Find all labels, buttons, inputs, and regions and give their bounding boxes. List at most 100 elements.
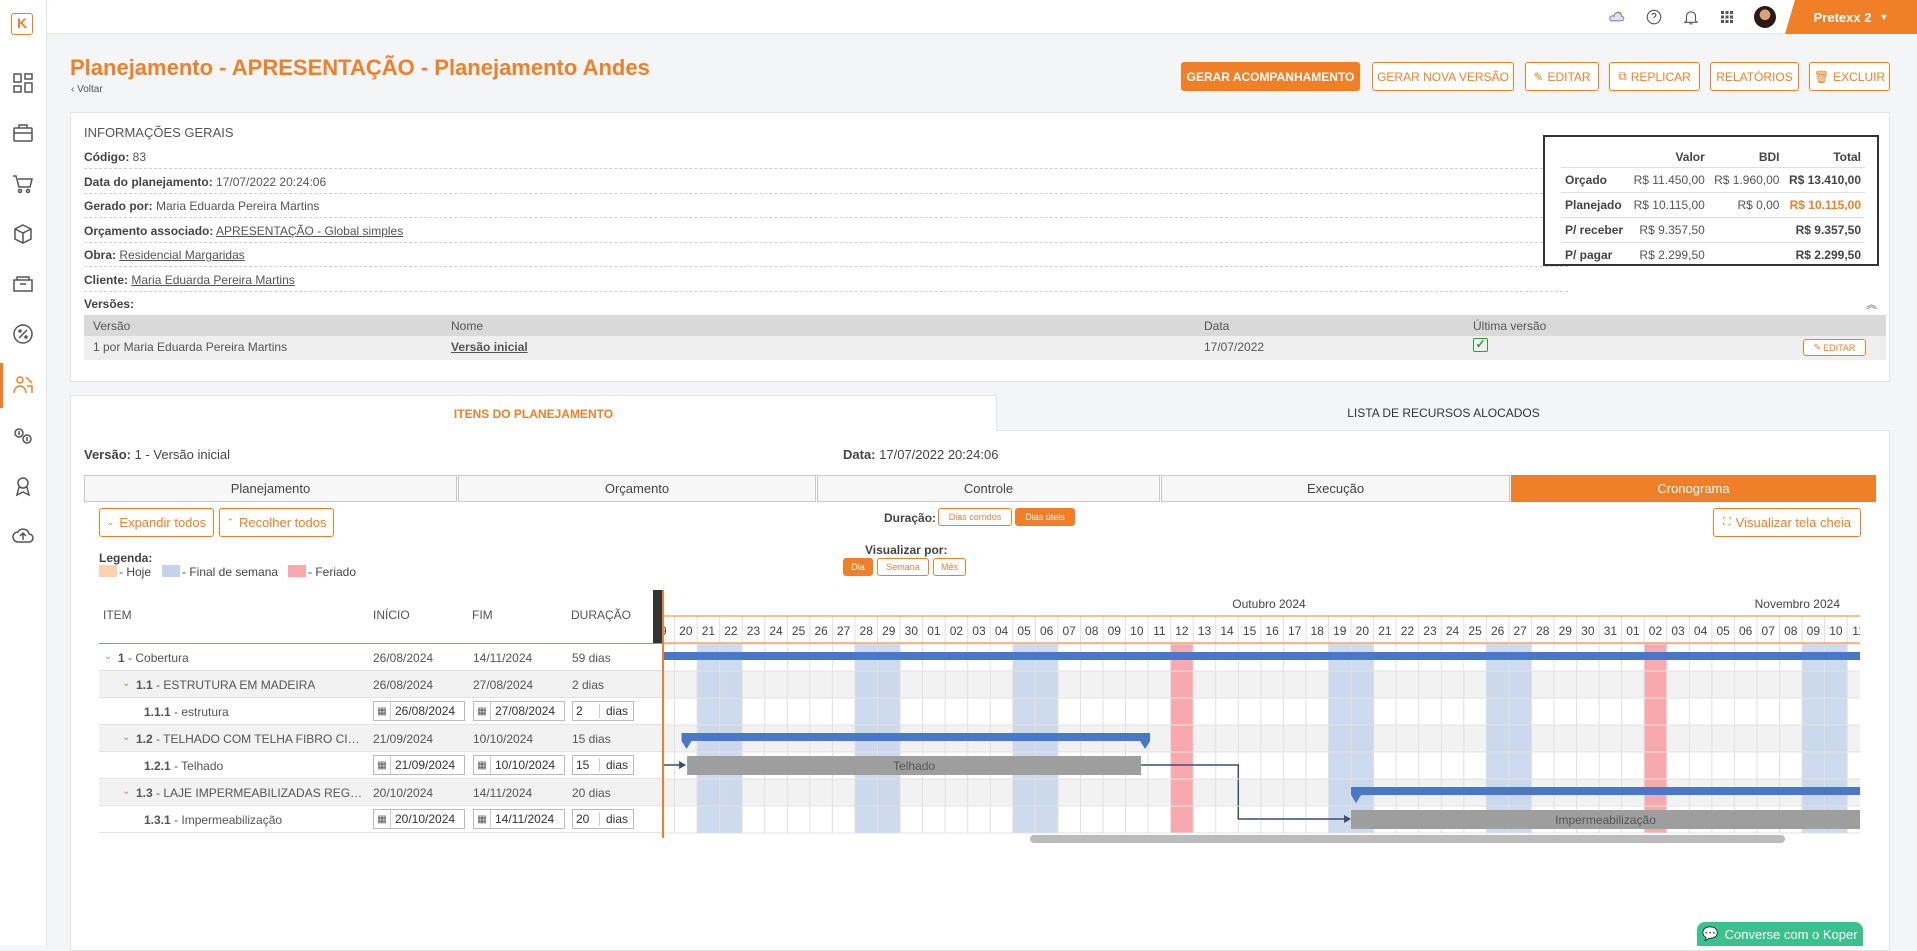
tela-cheia-label: Visualizar tela cheia xyxy=(1735,515,1852,530)
gantt-day-label: 22 xyxy=(1401,624,1415,638)
subtab-cronograma[interactable]: Cronograma xyxy=(1511,475,1876,502)
gantt-day-label: 30 xyxy=(1581,624,1595,638)
relatorios-button[interactable]: RELATÓRIOS xyxy=(1710,62,1799,91)
pencil-icon: ✎ xyxy=(1533,69,1544,84)
percent-icon[interactable] xyxy=(10,321,36,347)
editar-button[interactable]: ✎ EDITAR xyxy=(1525,62,1599,91)
gerar-nova-versao-button[interactable]: GERAR NOVA VERSÃO xyxy=(1372,62,1514,91)
box-icon[interactable] xyxy=(10,221,36,247)
help-icon[interactable] xyxy=(1644,7,1664,27)
fin-header-total: Total xyxy=(1833,150,1861,164)
duracao-label: Duração: xyxy=(884,511,937,525)
expand-chevron-icon[interactable]: ⌄ xyxy=(122,678,130,689)
apps-grid-icon[interactable] xyxy=(1717,7,1737,27)
weather-icon[interactable] xyxy=(1607,7,1627,27)
planning-icon[interactable] xyxy=(10,372,36,398)
gantt-day-label: 25 xyxy=(792,624,806,638)
gantt-today-line xyxy=(662,590,664,838)
gantt-day-label: 12 xyxy=(1175,624,1189,638)
inicio-date-input[interactable]: ▦ 26/08/2024 xyxy=(373,701,465,721)
inicio-value: 26/08/2024 xyxy=(373,678,434,692)
briefcase-icon[interactable] xyxy=(10,120,36,146)
cliente-link[interactable]: Maria Eduarda Pereira Martins xyxy=(131,273,294,287)
trash-icon: 🗑 xyxy=(1813,69,1830,84)
gantt-chart: Outubro 2024 Novembro 20249 20 21 22 23 24 25 26… xyxy=(662,597,1860,834)
chat-button[interactable]: 💬 Converse com o Koper xyxy=(1697,922,1863,946)
gantt-horizontal-scrollbar[interactable] xyxy=(1030,835,1785,843)
tab-lista-recursos[interactable]: LISTA DE RECURSOS ALOCADOS xyxy=(997,395,1890,431)
expand-chevron-icon[interactable]: ⌄ xyxy=(122,732,130,743)
finance-icon[interactable] xyxy=(10,423,36,449)
legenda-label: Legenda: xyxy=(99,551,153,565)
bell-icon[interactable] xyxy=(1681,7,1701,27)
gantt-day-label: 20 xyxy=(679,624,693,638)
fin-header-bdi: BDI xyxy=(1758,150,1780,164)
dias-corridos-toggle[interactable]: Dias corridos xyxy=(938,508,1012,526)
avatar[interactable] xyxy=(1754,6,1776,28)
fin-row-label: P/ receber xyxy=(1561,217,1629,243)
duracao-input[interactable]: 20 dias xyxy=(572,809,634,829)
subtab-planejamento[interactable]: Planejamento xyxy=(84,475,457,502)
gantt-day-label: 09 xyxy=(1807,624,1821,638)
excluir-button[interactable]: 🗑 EXCLUIR xyxy=(1809,62,1890,91)
dias-uteis-toggle[interactable]: Dias úteis xyxy=(1015,508,1075,526)
version-name-link[interactable]: Versão inicial xyxy=(451,340,528,354)
duracao-input[interactable]: 15 dias xyxy=(572,755,634,775)
recolher-todos-button[interactable]: ⌃ Recolher todos xyxy=(219,508,334,537)
duracao-input[interactable]: 2 dias xyxy=(572,701,634,721)
fin-header-valor: Valor xyxy=(1675,150,1705,164)
gantt-item-label: - Impermeabilização xyxy=(170,813,283,827)
gantt-item-name: 1.2.1 - Telhado xyxy=(144,759,223,773)
data-row: Data do planejamento: 17/07/2022 20:24:0… xyxy=(84,169,1568,194)
gerar-acompanhamento-button[interactable]: GERAR ACOMPANHAMENTO xyxy=(1181,62,1360,91)
tab-itens-planejamento[interactable]: ITENS DO PLANEJAMENTO xyxy=(70,395,997,431)
gantt-day-label: 16 xyxy=(1265,624,1279,638)
sidebar-active-indicator xyxy=(0,363,3,408)
fim-value: 14/11/2024 xyxy=(495,812,555,826)
award-icon[interactable] xyxy=(10,473,36,499)
user-menu-button[interactable]: Pretexx 2 ▼ xyxy=(1785,0,1917,34)
legend-feriado-swatch xyxy=(288,565,306,577)
gantt-item-label: - TELHADO COM TELHA FIBRO CIMENT... xyxy=(152,732,369,746)
version-edit-button[interactable]: ✎ EDITAR xyxy=(1803,339,1866,356)
view-mes-toggle[interactable]: Mês xyxy=(933,558,966,576)
obra-link[interactable]: Residencial Margaridas xyxy=(119,248,244,262)
collapse-chevron-icon[interactable]: ︽ xyxy=(1866,296,1877,312)
view-dia-toggle[interactable]: Dia xyxy=(843,558,873,576)
gantt-item-num: 1 xyxy=(118,651,125,665)
fim-date-input[interactable]: ▦ 27/08/2024 xyxy=(473,701,565,721)
subtab-orcamento[interactable]: Orçamento xyxy=(458,475,816,502)
gantt-item-label: - LAJE IMPERMEABILIZADAS REGULAR... xyxy=(152,786,369,800)
expand-chevron-icon[interactable]: ⌄ xyxy=(104,651,112,662)
legend-feriado-label: - Feriado xyxy=(308,565,357,579)
fin-bdi: R$ 1.960,00 xyxy=(1708,167,1784,193)
gantt-splitter-handle[interactable] xyxy=(653,590,662,643)
fin-row-label: P/ pagar xyxy=(1561,242,1629,267)
fim-value: 10/10/2024 xyxy=(495,758,556,772)
view-semana-toggle[interactable]: Semana xyxy=(877,558,929,576)
gantt-day-label: 14 xyxy=(1220,624,1234,638)
expandir-todos-button[interactable]: ⌄ Expandir todos xyxy=(99,508,214,537)
fin-total: R$ 9.357,50 xyxy=(1783,217,1865,243)
inicio-date-input[interactable]: ▦ 20/10/2024 xyxy=(373,809,465,829)
dashboard-icon[interactable] xyxy=(10,70,36,96)
cloud-upload-icon[interactable] xyxy=(10,523,36,549)
fim-date-input[interactable]: ▦ 14/11/2024 xyxy=(473,809,565,829)
expand-chevron-icon[interactable]: ⌄ xyxy=(122,786,130,797)
visualizar-tela-cheia-button[interactable]: ⛶ Visualizar tela cheia xyxy=(1713,508,1861,537)
inicio-date-input[interactable]: ▦ 21/09/2024 xyxy=(373,755,465,775)
replicar-button[interactable]: ⧉ REPLICAR xyxy=(1609,62,1700,91)
fin-bdi xyxy=(1708,217,1784,243)
data-bar-label: Data: xyxy=(843,447,876,462)
back-link[interactable]: ‹ Voltar xyxy=(71,84,103,95)
orcamento-link[interactable]: APRESENTAÇÃO - Global simples xyxy=(216,224,403,238)
cliente-label: Cliente: xyxy=(84,273,129,287)
app-logo[interactable]: K xyxy=(11,13,33,35)
folder-box-icon[interactable] xyxy=(10,271,36,297)
subtab-execucao[interactable]: Execução xyxy=(1161,475,1510,502)
cart-icon[interactable] xyxy=(10,171,36,197)
subtab-controle[interactable]: Controle xyxy=(817,475,1160,502)
gantt-item-name: 1 - Cobertura xyxy=(118,651,189,665)
fim-value: 10/10/2024 xyxy=(473,732,534,746)
fim-date-input[interactable]: ▦ 10/10/2024 xyxy=(473,755,565,775)
